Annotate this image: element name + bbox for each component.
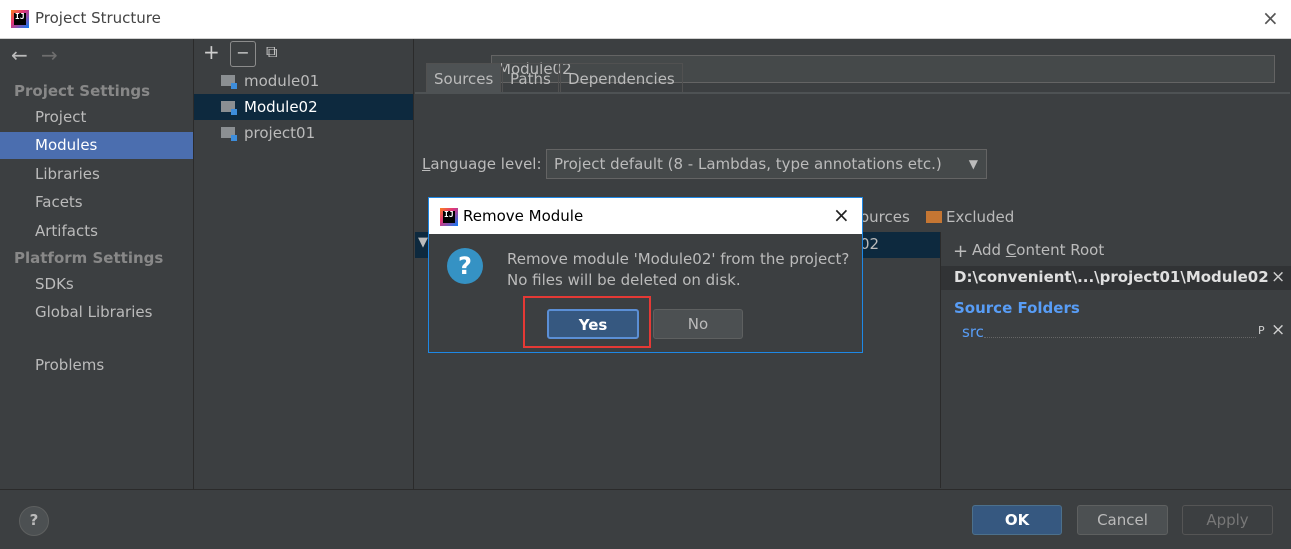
dialog-titlebar: IJ Remove Module × [429, 198, 862, 234]
module-item[interactable]: module01 [194, 68, 413, 94]
dialog-close-icon[interactable]: × [833, 203, 850, 227]
tree-expand-icon[interactable]: ▼ [418, 235, 428, 250]
sidebar-item-artifacts[interactable]: Artifacts [0, 218, 193, 245]
tab-dependencies[interactable]: Dependencies [560, 63, 683, 93]
remove-content-root-icon[interactable]: × [1271, 267, 1285, 287]
window-title: Project Structure [35, 9, 161, 27]
module-list-pane: + − ⧉ module01 Module02 project01 [194, 39, 414, 489]
sources-mark-label[interactable]: ources [860, 208, 910, 226]
ok-button[interactable]: OK [972, 505, 1062, 535]
remove-module-icon[interactable]: − [230, 41, 256, 67]
apply-button[interactable]: Apply [1182, 505, 1273, 535]
sidebar-item-project[interactable]: Project [0, 104, 193, 131]
sidebar-item-modules[interactable]: Modules [0, 132, 193, 159]
add-content-root-link[interactable]: Add Content Root [972, 241, 1104, 259]
sidebar-item-facets[interactable]: Facets [0, 189, 193, 216]
chevron-down-icon: ▼ [968, 157, 978, 171]
sidebar: ← → Project Settings Project Modules Lib… [0, 39, 194, 489]
content-root-path: D:\convenient\...\project01\Module02 [954, 268, 1269, 286]
tab-underline [415, 92, 1290, 94]
remove-source-folder-icon[interactable]: × [1271, 320, 1285, 340]
module-item-selected[interactable]: Module02 [194, 94, 413, 120]
module-folder-icon [221, 101, 237, 115]
sidebar-item-libraries[interactable]: Libraries [0, 161, 193, 188]
language-level-value: Project default (8 - Lambdas, type annot… [554, 155, 942, 173]
module-folder-icon [221, 127, 237, 141]
dialog-title: Remove Module [463, 207, 584, 225]
module-label: module01 [244, 72, 320, 90]
dialog-message-line1: Remove module 'Module02' from the projec… [507, 250, 850, 268]
sidebar-item-global-libraries[interactable]: Global Libraries [0, 299, 193, 326]
add-module-icon[interactable]: + [203, 40, 220, 64]
forward-arrow-icon[interactable]: → [41, 43, 58, 67]
cancel-button[interactable]: Cancel [1077, 505, 1168, 535]
question-icon: ? [447, 248, 483, 284]
no-button[interactable]: No [653, 309, 743, 339]
edit-properties-icon[interactable]: P [1258, 324, 1265, 337]
remove-module-dialog: IJ Remove Module × ? Remove module 'Modu… [428, 197, 863, 353]
sidebar-item-sdks[interactable]: SDKs [0, 271, 193, 298]
module-label: Module02 [244, 98, 318, 116]
copy-module-icon[interactable]: ⧉ [266, 42, 277, 62]
add-content-root-icon[interactable]: + [953, 241, 968, 262]
tab-sources[interactable]: Sources [426, 63, 502, 93]
tab-paths[interactable]: Paths [502, 63, 559, 93]
help-icon[interactable]: ? [19, 506, 49, 536]
module-item[interactable]: project01 [194, 120, 413, 146]
intellij-logo-icon: IJ [11, 10, 29, 28]
excluded-folder-icon [926, 211, 942, 223]
yes-button[interactable]: Yes [547, 309, 639, 339]
platform-settings-header: Platform Settings [14, 249, 164, 267]
dialog-message-line2: No files will be deleted on disk. [507, 271, 741, 289]
module-folder-icon [221, 75, 237, 89]
language-level-label: Language level: [422, 155, 542, 173]
back-arrow-icon[interactable]: ← [11, 43, 28, 67]
module-label: project01 [244, 124, 316, 142]
excluded-mark-label[interactable]: Excluded [946, 208, 1014, 226]
sidebar-item-problems[interactable]: Problems [0, 352, 193, 379]
project-settings-header: Project Settings [14, 82, 151, 100]
source-folders-header: Source Folders [954, 299, 1080, 317]
window-close-icon[interactable]: × [1262, 6, 1279, 30]
window-titlebar: IJ Project Structure × [0, 0, 1291, 39]
content-root-header: D:\convenient\...\project01\Module02 × [941, 266, 1291, 290]
footer-bar: ? OK Cancel Apply [0, 489, 1291, 549]
intellij-logo-icon: IJ [440, 208, 458, 226]
source-folder-divider [984, 337, 1256, 338]
source-folder-item[interactable]: src [962, 323, 984, 341]
language-level-select[interactable]: Project default (8 - Lambdas, type annot… [546, 149, 987, 179]
